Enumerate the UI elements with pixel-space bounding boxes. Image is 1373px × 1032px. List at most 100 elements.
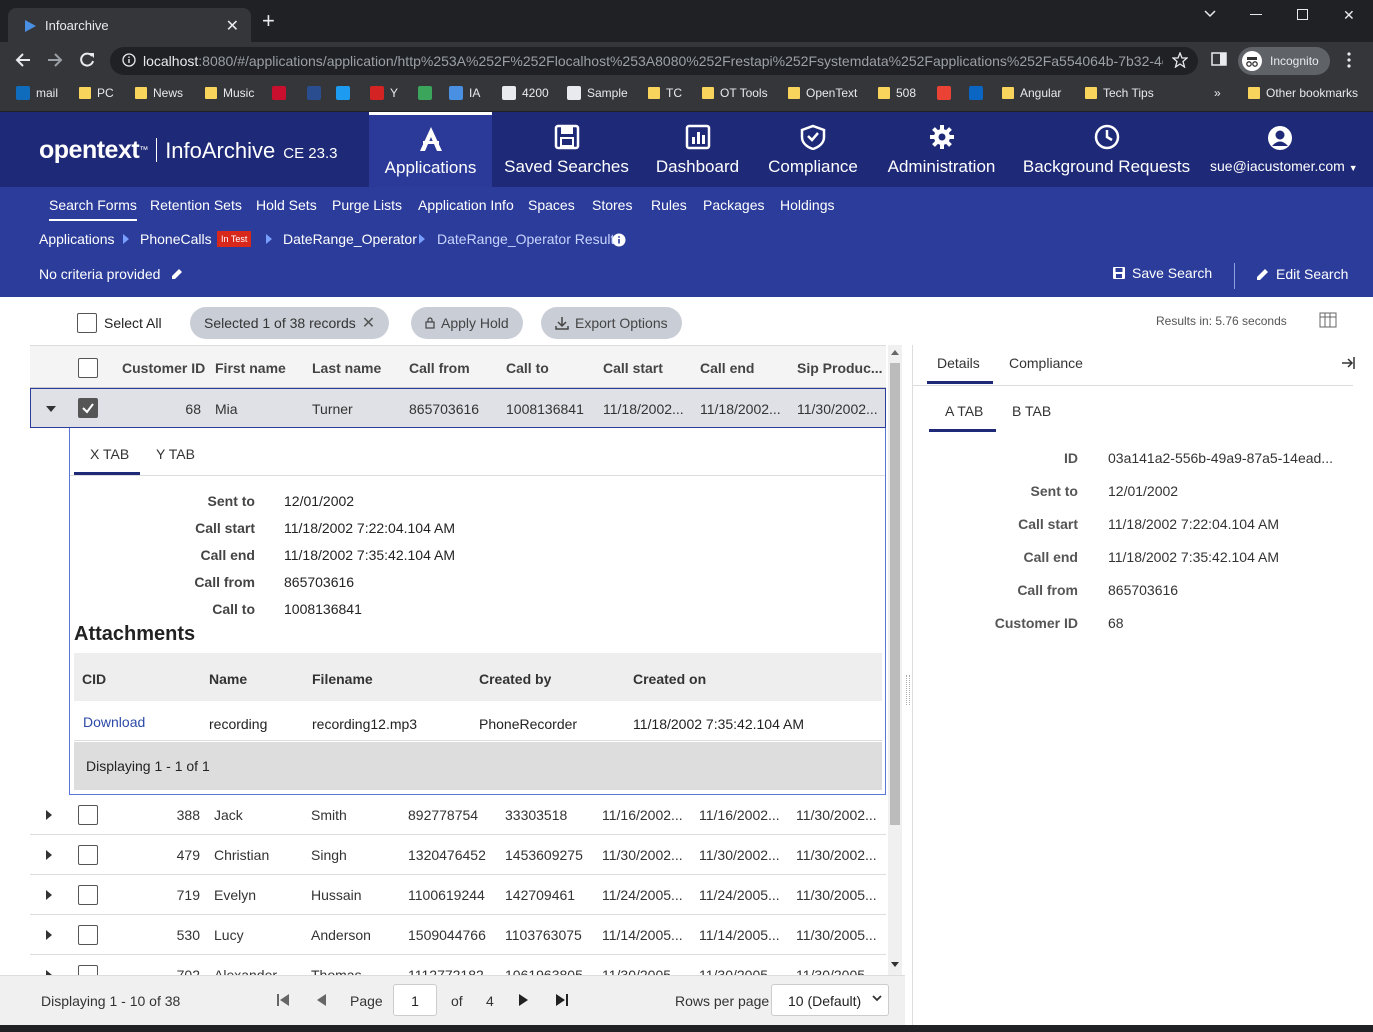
row-checkbox[interactable] (78, 805, 98, 825)
column-chooser-icon[interactable] (1319, 311, 1337, 329)
next-page-icon[interactable] (519, 993, 529, 1007)
tab-b[interactable]: B TAB (1012, 403, 1051, 419)
column-header-call-from[interactable]: Call from (409, 360, 470, 376)
bookmark-shield[interactable] (307, 86, 321, 100)
bookmark-angular[interactable]: Angular (1002, 86, 1061, 100)
scroll-down-icon[interactable] (891, 962, 899, 967)
bookmark-linkedin[interactable] (969, 86, 983, 100)
header-checkbox[interactable] (78, 358, 98, 378)
table-row[interactable]: 719 Evelyn Hussain 1100619244 142709461 11/24… (30, 875, 886, 915)
incognito-badge[interactable]: Incognito (1238, 47, 1330, 75)
other-bookmarks[interactable]: Other bookmarks (1248, 86, 1358, 100)
browser-menu-icon[interactable] (1346, 51, 1352, 69)
table-row[interactable]: 479 Christian Singh 1320476452 1453609275 11/… (30, 835, 886, 875)
bookmark-red[interactable] (272, 86, 286, 100)
subnav-hold-sets[interactable]: Hold Sets (256, 197, 317, 219)
column-header-call-end[interactable]: Call end (700, 360, 754, 376)
table-row[interactable]: 530 Lucy Anderson 1509044766 1103763075 11/14… (30, 915, 886, 955)
tab-compliance[interactable]: Compliance (1009, 355, 1083, 371)
subnav-packages[interactable]: Packages (703, 197, 764, 219)
nav-administration[interactable]: Administration (872, 114, 1011, 187)
bookmark-508[interactable]: 508 (878, 86, 916, 100)
table-row-selected[interactable]: 68 Mia Turner 865703616 1008136841 11/18… (30, 388, 886, 428)
tab-a[interactable]: A TAB (945, 403, 983, 419)
tab-details[interactable]: Details (937, 355, 980, 371)
user-menu[interactable]: sue@iacustomer.com ▼ (1210, 114, 1360, 187)
breadcrumb-search-form[interactable]: DateRange_Operator (283, 231, 417, 247)
bookmark-news[interactable]: News (135, 86, 183, 100)
bookmark-mail[interactable]: mail (16, 86, 58, 100)
nav-applications[interactable]: Applications (369, 112, 492, 187)
breadcrumb-applications[interactable]: Applications (39, 231, 115, 247)
forward-icon[interactable] (46, 51, 64, 69)
column-header-last-name[interactable]: Last name (312, 360, 381, 376)
more-bookmarks-icon[interactable]: » (1214, 86, 1221, 100)
table-row[interactable]: 388 Jack Smith 892778754 33303518 11/16/2002.… (30, 795, 886, 835)
bookmark-4200[interactable]: 4200 (502, 86, 549, 100)
bookmark-star-icon[interactable] (1172, 52, 1188, 68)
download-link[interactable]: Download (83, 714, 145, 730)
bookmark-pc[interactable]: PC (79, 86, 114, 100)
back-icon[interactable] (14, 51, 32, 69)
rows-per-page-select[interactable]: 10 (Default) (771, 984, 889, 1016)
breadcrumb-phonecalls[interactable]: PhoneCalls (140, 231, 212, 247)
subnav-spaces[interactable]: Spaces (528, 197, 575, 219)
select-all-checkbox[interactable] (77, 313, 97, 333)
side-panel-icon[interactable] (1211, 51, 1227, 67)
att-col-created-on[interactable]: Created on (633, 671, 706, 687)
tab-y[interactable]: Y TAB (156, 446, 195, 462)
column-header-call-start[interactable]: Call start (603, 360, 663, 376)
bookmark-tech-tips[interactable]: Tech Tips (1085, 86, 1154, 100)
export-options-button[interactable]: Export Options (541, 307, 682, 339)
site-info-icon[interactable] (122, 53, 136, 67)
bookmark-phone[interactable] (418, 86, 432, 100)
expand-row-icon[interactable] (46, 850, 52, 860)
nav-saved-searches[interactable]: Saved Searches (492, 114, 641, 187)
row-checkbox[interactable] (78, 398, 98, 418)
subnav-retention-sets[interactable]: Retention Sets (150, 197, 242, 219)
expand-row-icon[interactable] (46, 810, 52, 820)
collapse-row-icon[interactable] (46, 406, 56, 412)
bookmark-sample[interactable]: Sample (567, 86, 628, 100)
info-icon[interactable] (612, 233, 626, 247)
new-tab-icon[interactable]: + (262, 10, 275, 32)
column-header-sip-product[interactable]: Sip Produc... (797, 360, 883, 376)
browser-tab[interactable]: Infoarchive ✕ (8, 8, 251, 42)
bookmark-music[interactable]: Music (205, 86, 254, 100)
tab-x[interactable]: X TAB (90, 446, 129, 462)
nav-dashboard[interactable]: Dashboard (641, 114, 754, 187)
url-input[interactable]: localhost:8080/#/applications/applicatio… (110, 47, 1198, 75)
save-search-button[interactable]: Save Search (1112, 265, 1212, 281)
column-header-call-to[interactable]: Call to (506, 360, 549, 376)
last-page-icon[interactable] (556, 993, 568, 1007)
nav-background-requests[interactable]: Background Requests (1011, 114, 1202, 187)
att-col-name[interactable]: Name (209, 671, 247, 687)
window-close-icon[interactable]: ✕ (1343, 7, 1355, 24)
row-checkbox[interactable] (78, 925, 98, 945)
att-col-cid[interactable]: CID (82, 671, 106, 687)
column-header-first-name[interactable]: First name (215, 360, 286, 376)
edit-criteria-icon[interactable] (170, 267, 184, 281)
clear-selection-icon[interactable]: ✕ (362, 313, 375, 333)
subnav-stores[interactable]: Stores (592, 197, 632, 219)
table-row[interactable]: 702 Alexander Thomas 1112772182 1061963805 11… (30, 955, 886, 975)
subnav-holdings[interactable]: Holdings (780, 197, 834, 219)
edit-search-button[interactable]: Edit Search (1256, 266, 1348, 282)
nav-compliance[interactable]: Compliance (754, 114, 872, 187)
reload-icon[interactable] (78, 51, 96, 69)
scroll-up-icon[interactable] (891, 350, 899, 355)
selected-records-chip[interactable]: Selected 1 of 38 records ✕ (190, 307, 390, 339)
scrollbar-thumb[interactable] (890, 363, 900, 825)
first-page-icon[interactable] (277, 993, 289, 1007)
subnav-search-forms[interactable]: Search Forms (49, 197, 137, 221)
page-number-input[interactable]: 1 (393, 984, 437, 1016)
subnav-application-info[interactable]: Application Info (418, 197, 514, 219)
bookmark-ot-tools[interactable]: OT Tools (702, 86, 768, 100)
collapse-panel-icon[interactable] (1341, 356, 1355, 370)
minimize-icon[interactable] (1250, 14, 1262, 16)
row-checkbox[interactable] (78, 965, 98, 975)
subnav-rules[interactable]: Rules (651, 197, 687, 219)
previous-page-icon[interactable] (316, 993, 326, 1007)
close-tab-icon[interactable]: ✕ (226, 16, 239, 36)
apply-hold-button[interactable]: Apply Hold (411, 307, 523, 339)
